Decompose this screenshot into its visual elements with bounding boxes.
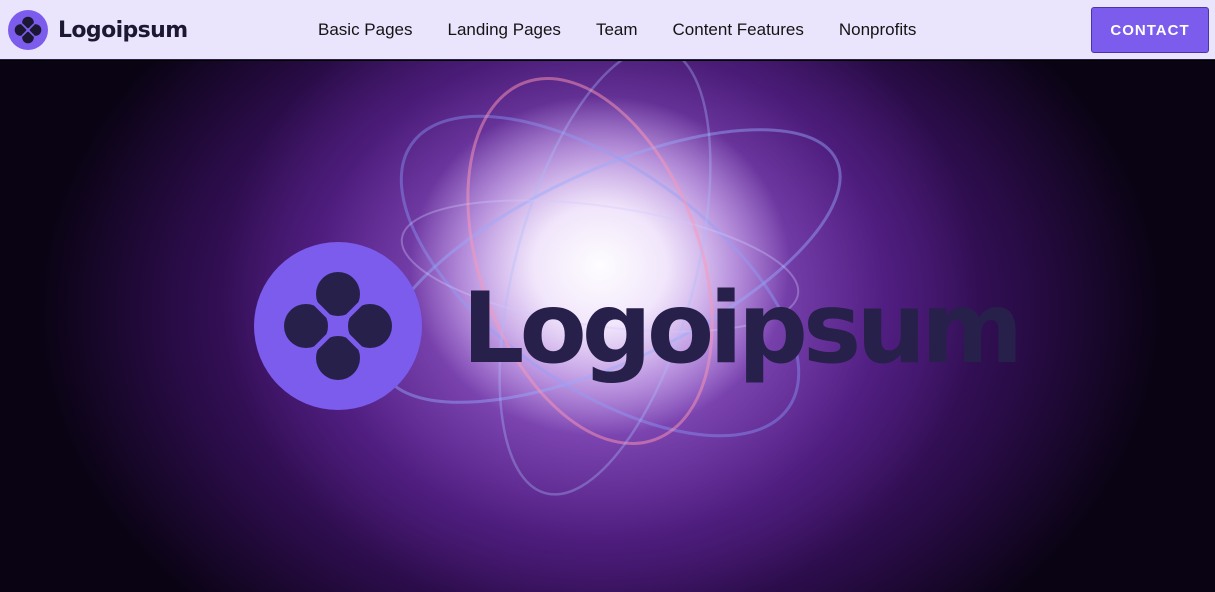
hero-logo-text: Logoipsum bbox=[462, 272, 1023, 386]
hero-banner: Logoipsum bbox=[0, 61, 1215, 592]
main-nav: Basic Pages Landing Pages Team Content F… bbox=[318, 0, 951, 60]
nav-item-basic-pages[interactable]: Basic Pages bbox=[318, 20, 413, 40]
nav-item-team[interactable]: Team bbox=[596, 20, 638, 40]
nav-item-content-features[interactable]: Content Features bbox=[673, 20, 804, 40]
brand-home-link[interactable]: Logoipsum bbox=[8, 10, 188, 50]
nav-item-landing-pages[interactable]: Landing Pages bbox=[448, 20, 561, 40]
top-navbar: Logoipsum Basic Pages Landing Pages Team… bbox=[0, 0, 1215, 60]
brand-name: Logoipsum bbox=[58, 17, 188, 43]
brand-logo-icon bbox=[8, 10, 48, 50]
nav-item-nonprofits[interactable]: Nonprofits bbox=[839, 20, 916, 40]
hero-logo-icon bbox=[254, 242, 422, 410]
contact-button[interactable]: CONTACT bbox=[1091, 7, 1209, 53]
